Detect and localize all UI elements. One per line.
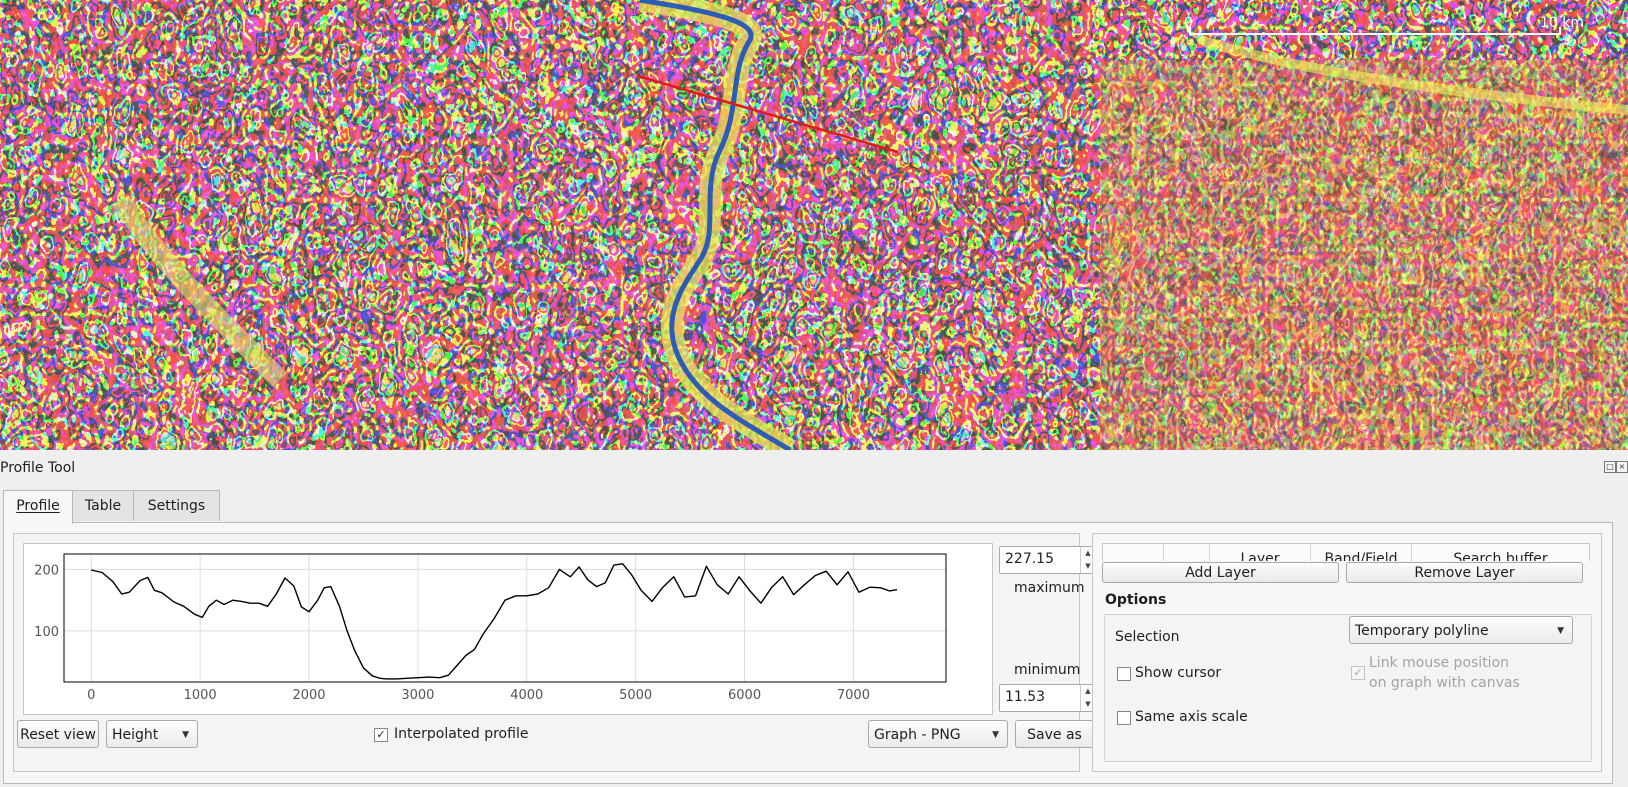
- link-mouse-checkbox[interactable]: ✓: [1351, 666, 1365, 680]
- same-axis-scale-label: Same axis scale: [1135, 709, 1248, 725]
- scale-start-label: 0: [1184, 15, 1193, 31]
- mode-select[interactable]: Height ▼: [106, 720, 198, 748]
- map-canvas[interactable]: 0 10 km: [0, 0, 1628, 450]
- profile-chart-svg: 0 1000 2000 3000 4000 5000 6000 7000 100 200: [34, 553, 947, 703]
- selection-select-value: Temporary polyline: [1355, 623, 1489, 639]
- tab-settings[interactable]: Settings: [133, 490, 220, 521]
- profile-plot-group: 0 1000 2000 3000 4000 5000 6000 7000 100 200 227.…: [13, 533, 1096, 772]
- maximum-label: maximum: [1014, 580, 1085, 596]
- options-title: Options: [1105, 592, 1167, 608]
- tab-table[interactable]: Table: [72, 490, 134, 521]
- layers-options-group: Layer Band/Field Search buffer Add Layer…: [1092, 533, 1602, 772]
- y-tick-label: 200: [34, 563, 59, 578]
- float-dock-icon[interactable]: □: [1604, 461, 1616, 473]
- x-tick-label: 0: [87, 688, 95, 703]
- x-tick-label: 2000: [292, 688, 325, 703]
- layer-table-header: Layer: [1210, 544, 1311, 561]
- profile-plot[interactable]: 0 1000 2000 3000 4000 5000 6000 7000 100 200: [23, 543, 993, 715]
- chevron-down-icon: ▼: [992, 730, 999, 740]
- x-tick-label: 1000: [184, 688, 217, 703]
- mode-select-value: Height: [112, 727, 159, 743]
- close-dock-icon[interactable]: ×: [1616, 461, 1628, 473]
- tab-profile-label: Profile: [16, 498, 60, 514]
- interpolated-profile-checkbox[interactable]: ✓: [374, 728, 388, 742]
- layer-table-header: Band/Field: [1311, 544, 1412, 561]
- terrain-raster-fine: [1100, 60, 1628, 450]
- export-format-value: Graph - PNG: [874, 727, 961, 743]
- plot-axes-frame: [63, 553, 947, 683]
- dock-title: Profile Tool: [0, 460, 76, 476]
- tab-profile[interactable]: Profile: [3, 490, 73, 524]
- add-layer-button[interactable]: Add Layer: [1102, 562, 1339, 583]
- show-cursor-checkbox[interactable]: [1117, 667, 1131, 681]
- link-mouse-label-line2: on graph with canvas: [1369, 675, 1520, 691]
- selection-label: Selection: [1115, 629, 1180, 645]
- x-tick-label: 4000: [510, 688, 543, 703]
- profile-tool-dock: Profile Tool □ × Profile Table Settings …: [0, 450, 1628, 787]
- save-as-button[interactable]: Save as: [1015, 720, 1094, 748]
- minimum-label: minimum: [1014, 662, 1081, 678]
- export-format-select[interactable]: Graph - PNG ▼: [868, 720, 1008, 748]
- chevron-down-icon: ▼: [1557, 626, 1564, 636]
- profile-series-line: [91, 563, 898, 680]
- y-tick-label: 100: [34, 625, 59, 640]
- x-tick-label: 7000: [837, 688, 870, 703]
- chevron-down-icon: ▼: [182, 730, 189, 740]
- layer-table-header: [1164, 544, 1210, 561]
- maximum-spinbox[interactable]: 227.15 ▲ ▼: [999, 546, 1096, 574]
- x-tick-label: 5000: [619, 688, 652, 703]
- layer-table[interactable]: Layer Band/Field Search buffer: [1102, 543, 1590, 561]
- maximum-value: 227.15: [1005, 551, 1054, 567]
- x-tick-label: 3000: [401, 688, 434, 703]
- layer-table-header: [1103, 544, 1164, 561]
- profile-tab-panel: 0 1000 2000 3000 4000 5000 6000 7000 100 200 227.…: [3, 522, 1613, 784]
- show-cursor-label: Show cursor: [1135, 665, 1222, 681]
- minimum-value: 11.53: [1005, 689, 1046, 705]
- same-axis-scale-checkbox[interactable]: [1117, 711, 1131, 725]
- layer-table-header: Search buffer: [1453, 551, 1548, 561]
- interpolated-profile-label: Interpolated profile: [394, 726, 529, 742]
- scale-end-label: 10 km: [1540, 15, 1584, 31]
- selection-select[interactable]: Temporary polyline ▼: [1349, 616, 1573, 644]
- options-box: Selection Temporary polyline ▼ Show curs…: [1104, 614, 1592, 762]
- minimum-spinbox[interactable]: 11.53 ▲ ▼: [999, 684, 1096, 712]
- tab-settings-label: Settings: [147, 498, 206, 514]
- link-mouse-label-line1: Link mouse position: [1369, 655, 1510, 671]
- tab-table-label: Table: [84, 498, 122, 514]
- reset-view-button[interactable]: Reset view: [17, 720, 99, 748]
- x-tick-label: 6000: [728, 688, 761, 703]
- remove-layer-button[interactable]: Remove Layer: [1346, 562, 1583, 583]
